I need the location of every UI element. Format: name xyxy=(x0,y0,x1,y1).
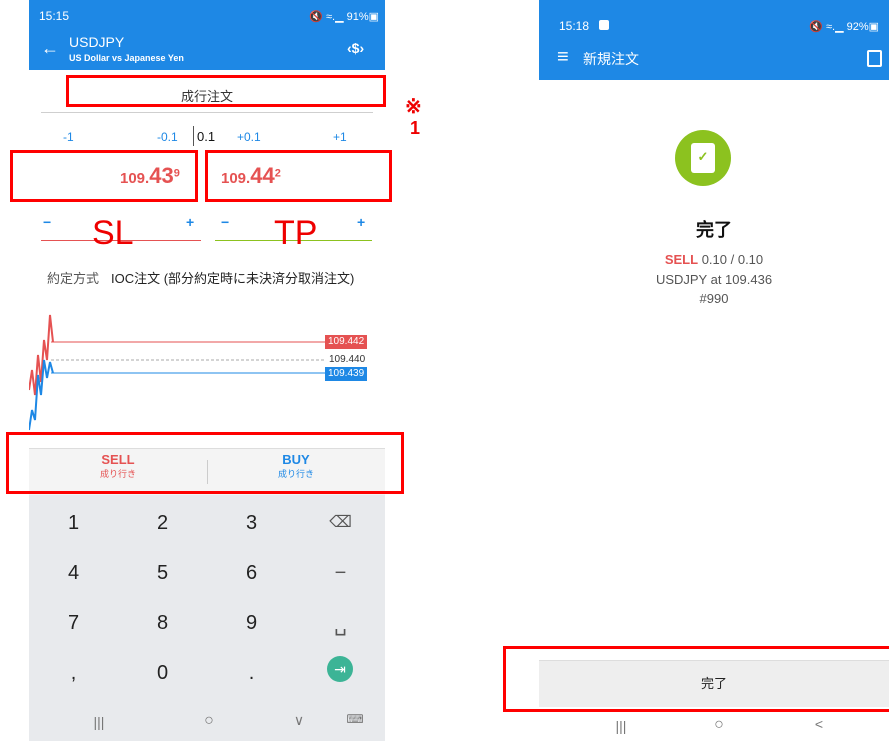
volume-plus-01-button[interactable]: +0.1 xyxy=(237,130,261,144)
exchange-icon[interactable]: ‹$› xyxy=(347,40,364,56)
page-title: 新規注文 xyxy=(583,51,639,67)
key-5[interactable]: 5 xyxy=(118,562,207,585)
success-circle: ✓ xyxy=(675,130,731,186)
status-icons: 🔇 ≈.▁ 92%▣ xyxy=(809,21,879,33)
keyboard-icon[interactable]: ⌨ xyxy=(335,712,375,726)
key-comma[interactable]: , xyxy=(29,662,118,685)
tp-plus-button[interactable]: + xyxy=(357,214,365,230)
volume-divider xyxy=(193,126,194,146)
back-icon[interactable]: < xyxy=(799,716,839,732)
annotation-note-number: 1 xyxy=(410,118,421,138)
volume-plus-1-button[interactable]: +1 xyxy=(333,130,347,144)
sl-minus-button[interactable]: − xyxy=(43,214,51,230)
backspace-icon[interactable]: ⌫ xyxy=(296,512,385,532)
order-screen: 15:15 🔇 ≈.▁ 91%▣ ← USDJPY US Dollar vs J… xyxy=(29,0,385,741)
result-detail: USDJPY at 109.436 xyxy=(655,272,773,287)
annotation-box-done-button xyxy=(503,646,889,712)
result-side: SELL xyxy=(664,252,699,267)
volume-minus-1-button[interactable]: -1 xyxy=(63,130,74,144)
menu-icon[interactable]: ≡ xyxy=(557,46,569,69)
key-6[interactable]: 6 xyxy=(207,562,296,585)
order-complete-screen: 15:18 🔇 ≈.▁ 92%▣ ≡ 新規注文 ✓ 完了 SELL 0.10 /… xyxy=(539,0,889,741)
tp-minus-button[interactable]: − xyxy=(221,214,229,230)
back-arrow-icon[interactable]: ← xyxy=(41,38,59,59)
volume-input[interactable]: 0.1 xyxy=(197,129,215,144)
result-volume: 0.10 / 0.10 xyxy=(701,252,764,267)
key-4[interactable]: 4 xyxy=(29,562,118,585)
recent-apps-icon[interactable]: ||| xyxy=(591,718,651,734)
space-key-icon[interactable]: ␣ xyxy=(296,612,385,637)
key-7[interactable]: 7 xyxy=(29,612,118,635)
annotation-sl: SL xyxy=(92,214,134,252)
key-2[interactable]: 2 xyxy=(118,512,207,535)
minus-key-icon[interactable]: − xyxy=(296,562,385,585)
key-3[interactable]: 3 xyxy=(207,512,296,535)
key-9[interactable]: 9 xyxy=(207,612,296,635)
execution-label: 約定方式 xyxy=(47,271,100,286)
ask-price-tag: 109.442 xyxy=(325,335,368,349)
sl-plus-button[interactable]: + xyxy=(186,214,194,230)
home-icon[interactable]: ○ xyxy=(689,716,749,734)
mid-price-tag: 109.440 xyxy=(329,354,366,365)
result-title: 完了 xyxy=(696,220,732,240)
annotation-box-buy-price xyxy=(205,150,392,202)
key-8[interactable]: 8 xyxy=(118,612,207,635)
success-document-icon: ✓ xyxy=(691,143,715,173)
annotation-box-sell-price xyxy=(10,150,198,202)
annotation-box-trade-buttons xyxy=(6,432,404,494)
symbol-subtitle: US Dollar vs Japanese Yen xyxy=(69,53,184,63)
home-icon[interactable]: ○ xyxy=(179,712,239,730)
result-ticket: #990 xyxy=(699,291,729,306)
hide-keyboard-icon[interactable]: ∨ xyxy=(279,712,319,729)
bid-price-tag: 109.439 xyxy=(325,367,368,381)
check-icon: ✓ xyxy=(697,149,709,164)
status-time: 15:15 xyxy=(39,9,70,23)
recent-apps-icon[interactable]: ||| xyxy=(69,714,129,730)
annotation-box-order-type xyxy=(66,75,386,107)
key-0[interactable]: 0 xyxy=(118,662,207,685)
result-side-volume: SELL 0.10 / 0.10 xyxy=(539,252,889,267)
enter-key-icon[interactable]: ⇥ xyxy=(327,656,353,682)
status-time: 15:18 xyxy=(559,19,590,33)
copy-icon[interactable] xyxy=(867,50,882,67)
annotation-note-mark: ※ xyxy=(405,96,422,118)
annotation-tp: TP xyxy=(274,214,318,252)
notification-icon xyxy=(599,20,609,30)
symbol-title: USDJPY xyxy=(69,34,125,50)
ask-candles xyxy=(29,314,54,396)
volume-minus-01-button[interactable]: -0.1 xyxy=(157,130,178,144)
status-icons: 🔇 ≈.▁ 91%▣ xyxy=(309,11,379,23)
execution-value[interactable]: IOC注文 (部分約定時に未決済分取消注文) xyxy=(111,268,354,287)
key-1[interactable]: 1 xyxy=(29,512,118,535)
key-period[interactable]: . xyxy=(207,662,296,685)
